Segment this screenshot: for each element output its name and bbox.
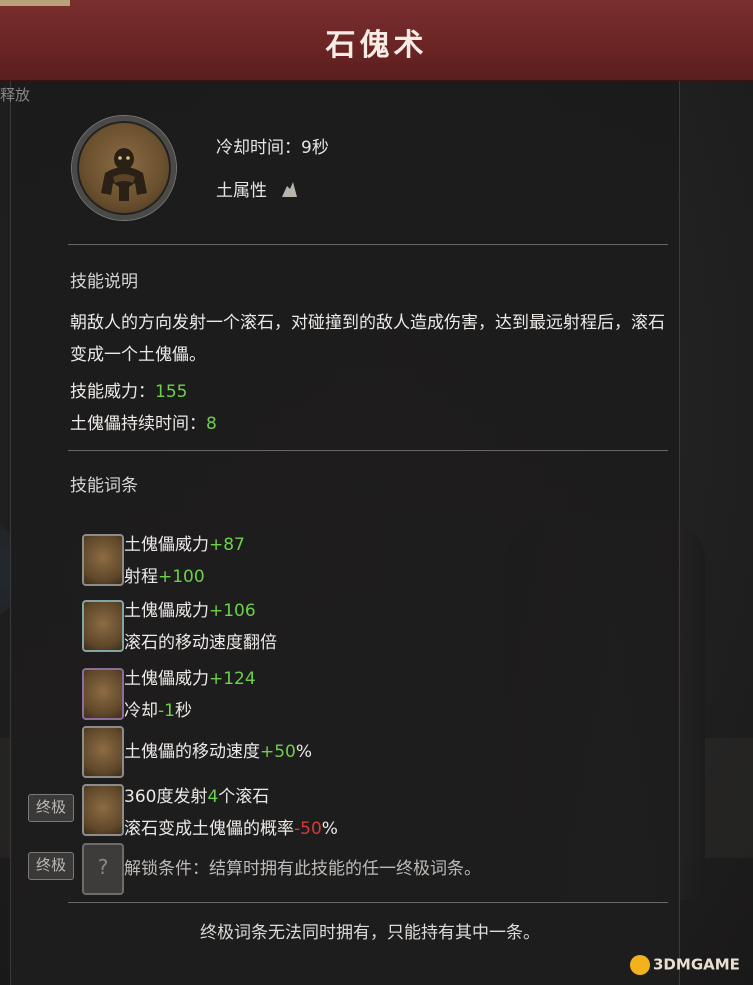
element-text: 土属性 bbox=[216, 181, 267, 201]
watermark-logo-icon bbox=[630, 955, 650, 975]
trait-line: 土傀儡威力+106 bbox=[124, 596, 256, 621]
skill-power-value: 155 bbox=[155, 382, 188, 402]
trait-label: 冷却 bbox=[124, 701, 158, 721]
background-tab bbox=[0, 0, 70, 6]
divider bbox=[68, 244, 668, 245]
trait-suffix: % bbox=[321, 819, 338, 839]
skill-power-row: 技能威力：155 bbox=[70, 377, 187, 402]
trait-line: 土傀儡的移动速度+50% bbox=[124, 737, 312, 762]
trait-label: 土傀儡威力 bbox=[124, 535, 209, 555]
trait-line: 冷却-1秒 bbox=[124, 696, 192, 721]
trait-value: -1 bbox=[158, 701, 175, 721]
trait-label: 土傀儡威力 bbox=[124, 601, 209, 621]
trait-line: 360度发射4个滚石 bbox=[124, 782, 269, 807]
locked-trait-question-icon[interactable]: ? bbox=[82, 843, 124, 895]
trait-golem-icon[interactable] bbox=[82, 534, 124, 586]
trait-label: 射程 bbox=[124, 567, 158, 587]
trait-label: 滚石的移动速度翻倍 bbox=[124, 633, 277, 653]
trait-suffix: % bbox=[295, 742, 313, 762]
watermark-text: 3DMGAME bbox=[653, 955, 740, 974]
trait-golem-icon[interactable] bbox=[82, 784, 124, 836]
ultimate-badge: 终极 bbox=[28, 794, 74, 822]
trait-label: 土傀儡的移动速度 bbox=[124, 742, 260, 762]
title-bar: 石傀术 bbox=[0, 0, 753, 81]
trait-golem-icon[interactable] bbox=[82, 668, 124, 720]
skill-traits-heading: 技能词条 bbox=[70, 476, 138, 496]
trait-value: 4 bbox=[207, 787, 219, 807]
divider bbox=[68, 450, 668, 451]
divider bbox=[68, 902, 668, 903]
trait-label: 滚石变成土傀儡的概率 bbox=[124, 819, 294, 839]
trait-line: 射程+100 bbox=[124, 562, 205, 587]
trait-label: 360度发射 bbox=[124, 787, 208, 807]
trait-label: 土傀儡威力 bbox=[124, 669, 209, 689]
trait-value: +106 bbox=[209, 601, 256, 621]
trait-golem-icon[interactable] bbox=[82, 600, 124, 652]
trait-line: 土傀儡威力+124 bbox=[124, 664, 256, 689]
element-row: 土属性 bbox=[216, 176, 298, 201]
trait-line: 土傀儡威力+87 bbox=[124, 530, 245, 555]
trait-line: 滚石变成土傀儡的概率-50% bbox=[124, 814, 338, 839]
background-release-text: 释放 bbox=[0, 86, 31, 104]
trait-value: +100 bbox=[158, 567, 205, 587]
golem-duration-value: 8 bbox=[206, 414, 217, 434]
skill-description-heading: 技能说明 bbox=[70, 272, 138, 292]
golem-icon bbox=[72, 116, 176, 220]
skill-power-label: 技能威力： bbox=[70, 382, 155, 402]
game-screen: 释放 石傀术 冷却时间：9秒 土属性 技能说明 朝敌人的方向发射一个滚石，对碰撞… bbox=[0, 0, 753, 985]
cooldown-text: 冷却时间：9秒 bbox=[216, 138, 329, 158]
skill-title: 石傀术 bbox=[325, 28, 428, 63]
golem-figure-icon bbox=[101, 148, 147, 201]
trait-value: +124 bbox=[209, 669, 256, 689]
trait-value: +50 bbox=[260, 742, 296, 762]
trait-suffix: 秒 bbox=[174, 701, 192, 721]
footer-note: 终极词条无法同时拥有，只能持有其中一条。 bbox=[200, 923, 540, 943]
trait-golem-icon[interactable] bbox=[82, 726, 124, 778]
golem-duration-label: 土傀儡持续时间： bbox=[70, 414, 206, 434]
ultimate-badge: 终极 bbox=[28, 852, 74, 880]
golem-duration-row: 土傀儡持续时间：8 bbox=[70, 409, 217, 434]
trait-label: 个滚石 bbox=[218, 787, 270, 807]
skill-description-text: 朝敌人的方向发射一个滚石，对碰撞到的敌人造成伤害，达到最远射程后，滚石变成一个土… bbox=[70, 313, 665, 365]
watermark: 3DMGAME bbox=[630, 955, 740, 975]
earth-element-icon bbox=[282, 182, 298, 197]
trait-value: -50 bbox=[294, 819, 322, 839]
unlock-condition-text: 解锁条件：结算时拥有此技能的任一终极词条。 bbox=[124, 859, 481, 879]
trait-value: +87 bbox=[209, 535, 245, 555]
trait-line: 滚石的移动速度翻倍 bbox=[124, 628, 277, 653]
